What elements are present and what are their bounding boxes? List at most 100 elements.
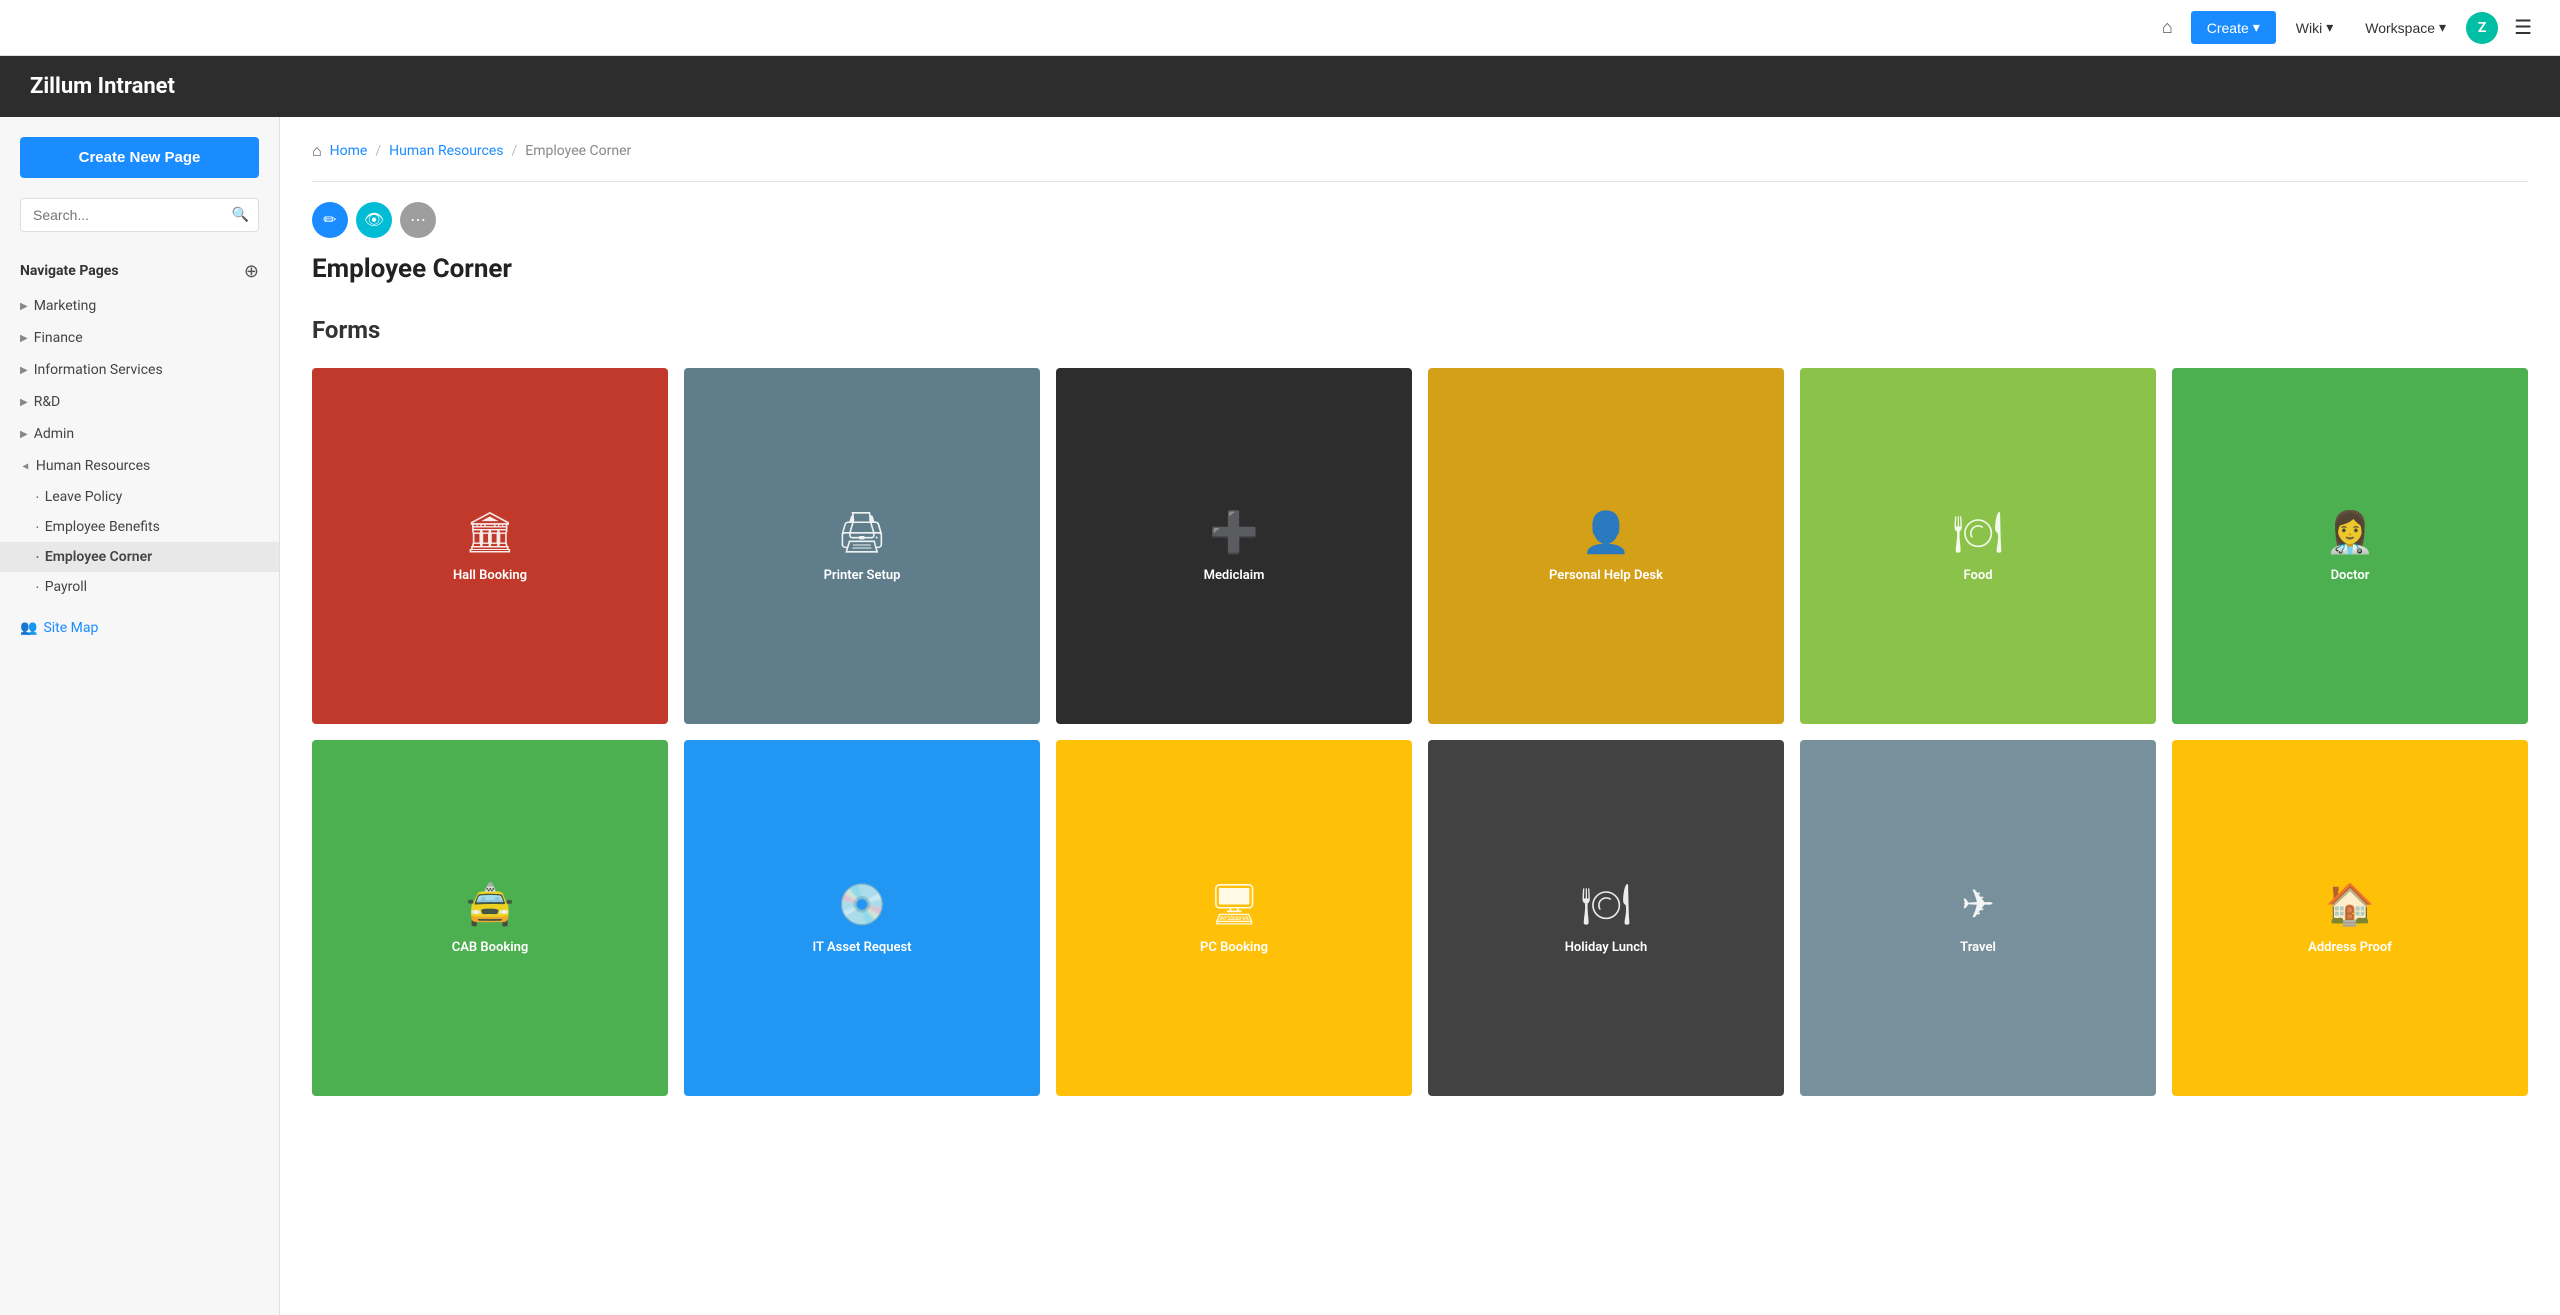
printer-setup-label: Printer Setup — [816, 568, 909, 583]
form-card-food[interactable]: 🍽 Food — [1800, 368, 2156, 724]
sidebar-subitem-payroll[interactable]: • Payroll — [0, 572, 279, 602]
cab-booking-icon: 🚖 — [465, 881, 515, 928]
holiday-lunch-label: Holiday Lunch — [1557, 940, 1656, 955]
home-button[interactable]: ⌂ — [2152, 11, 2183, 44]
create-new-page-label: Create New Page — [79, 149, 201, 166]
marketing-label: Marketing — [34, 298, 97, 314]
hr-arrow-icon: ▼ — [19, 461, 30, 471]
sidebar-item-information-services[interactable]: ▶ Information Services — [0, 354, 279, 386]
employee-benefits-label: Employee Benefits — [45, 519, 160, 535]
breadcrumb-section-label: Human Resources — [389, 143, 503, 159]
sidebar: Create New Page 🔍 Navigate Pages ⊕ ▶ Mar… — [0, 117, 280, 1315]
search-input[interactable] — [20, 198, 259, 232]
nav-section-label: Navigate Pages — [20, 263, 119, 279]
employee-corner-dot: • — [36, 553, 39, 562]
holiday-lunch-icon: 🍽 — [1581, 881, 1632, 928]
address-proof-label: Address Proof — [2300, 940, 2400, 955]
form-card-mediclaim[interactable]: ➕ Mediclaim — [1056, 368, 1412, 724]
food-icon: 🍽 — [1953, 509, 2004, 556]
finance-label: Finance — [34, 330, 83, 346]
hamburger-menu[interactable]: ☰ — [2506, 11, 2540, 44]
view-button[interactable]: 👁 — [356, 202, 392, 238]
top-nav: ⌂ Create ▾ Wiki ▾ Workspace ▾ Z ☰ — [0, 0, 2560, 56]
travel-icon: ✈ — [1961, 881, 1995, 928]
form-card-doctor[interactable]: 👩‍⚕️ Doctor — [2172, 368, 2528, 724]
payroll-label: Payroll — [45, 579, 87, 595]
address-proof-icon: 🏠 — [2325, 881, 2375, 928]
personal-help-desk-label: Personal Help Desk — [1541, 568, 1671, 583]
sidebar-subitem-leave-policy[interactable]: • Leave Policy — [0, 482, 279, 512]
breadcrumb-home-link[interactable]: Home — [330, 143, 368, 159]
hall-booking-label: Hall Booking — [445, 568, 535, 583]
hr-label: Human Resources — [36, 458, 150, 474]
sidebar-item-finance[interactable]: ▶ Finance — [0, 322, 279, 354]
form-card-cab-booking[interactable]: 🚖 CAB Booking — [312, 740, 668, 1096]
site-map-label: Site Map — [43, 620, 98, 636]
mediclaim-icon: ➕ — [1209, 509, 1259, 556]
employee-benefits-dot: • — [36, 523, 39, 532]
workspace-button[interactable]: Workspace ▾ — [2353, 11, 2458, 44]
wiki-dropdown-icon: ▾ — [2326, 19, 2333, 36]
sidebar-subitem-employee-benefits[interactable]: • Employee Benefits — [0, 512, 279, 542]
search-icon: 🔍 — [232, 207, 249, 223]
sidebar-subitem-employee-corner[interactable]: • Employee Corner — [0, 542, 279, 572]
breadcrumb-home-label: Home — [330, 143, 368, 159]
create-button[interactable]: Create ▾ — [2191, 11, 2276, 44]
travel-label: Travel — [1952, 940, 2004, 955]
payroll-dot: • — [36, 583, 39, 592]
form-card-pc-booking[interactable]: 🖥PC Booking — [1056, 740, 1412, 1096]
admin-arrow-icon: ▶ — [20, 429, 28, 440]
create-label: Create — [2207, 20, 2249, 36]
sidebar-item-admin[interactable]: ▶ Admin — [0, 418, 279, 450]
sidebar-search-container: 🔍 — [20, 198, 259, 232]
form-card-printer-setup[interactable]: 🖨 Printer Setup — [684, 368, 1040, 724]
breadcrumb-home-icon: ⌂ — [312, 141, 322, 161]
add-nav-item-button[interactable]: ⊕ — [244, 262, 259, 280]
header-bar: Zillum Intranet — [0, 56, 2560, 117]
rd-arrow-icon: ▶ — [20, 397, 28, 408]
edit-button[interactable]: ✏ — [312, 202, 348, 238]
site-map-link[interactable]: 👥 Site Map — [0, 610, 279, 646]
main-layout: Create New Page 🔍 Navigate Pages ⊕ ▶ Mar… — [0, 117, 2560, 1315]
doctor-label: Doctor — [2323, 568, 2378, 583]
rd-label: R&D — [34, 394, 61, 410]
form-card-holiday-lunch[interactable]: 🍽 Holiday Lunch — [1428, 740, 1784, 1096]
it-asset-request-icon: 💿 — [837, 881, 887, 928]
create-new-page-button[interactable]: Create New Page — [20, 137, 259, 178]
information-services-arrow-icon: ▶ — [20, 365, 28, 376]
user-avatar[interactable]: Z — [2466, 12, 2498, 44]
breadcrumb-section-link[interactable]: Human Resources — [389, 143, 503, 159]
pc-booking-label: PC Booking — [1192, 940, 1276, 955]
doctor-icon: 👩‍⚕️ — [2325, 509, 2375, 556]
leave-policy-dot: • — [36, 493, 39, 502]
wiki-label: Wiki — [2296, 20, 2322, 36]
finance-arrow-icon: ▶ — [20, 333, 28, 344]
breadcrumb: ⌂ Home / Human Resources / Employee Corn… — [312, 141, 2528, 161]
workspace-label: Workspace — [2365, 20, 2435, 36]
user-initial: Z — [2478, 20, 2487, 36]
main-content: ⌂ Home / Human Resources / Employee Corn… — [280, 117, 2560, 1315]
more-button[interactable]: ⋯ — [400, 202, 436, 238]
breadcrumb-sep-1: / — [375, 143, 381, 159]
information-services-label: Information Services — [34, 362, 163, 378]
nav-section-header: Navigate Pages ⊕ — [0, 252, 279, 290]
sidebar-item-human-resources[interactable]: ▼ Human Resources — [0, 450, 279, 482]
wiki-button[interactable]: Wiki ▾ — [2284, 11, 2345, 44]
mediclaim-label: Mediclaim — [1196, 568, 1273, 583]
leave-policy-label: Leave Policy — [45, 489, 123, 505]
form-card-personal-help-desk[interactable]: 👤 Personal Help Desk — [1428, 368, 1784, 724]
printer-setup-icon: 🖨 — [837, 509, 888, 556]
sidebar-item-rd[interactable]: ▶ R&D — [0, 386, 279, 418]
cab-booking-label: CAB Booking — [444, 940, 537, 955]
sidebar-item-marketing[interactable]: ▶ Marketing — [0, 290, 279, 322]
personal-help-desk-icon: 👤 — [1581, 509, 1631, 556]
marketing-arrow-icon: ▶ — [20, 301, 28, 312]
breadcrumb-current: Employee Corner — [525, 143, 631, 159]
form-card-travel[interactable]: ✈ Travel — [1800, 740, 2156, 1096]
hall-booking-icon: 🏛 — [465, 509, 516, 556]
form-card-hall-booking[interactable]: 🏛 Hall Booking — [312, 368, 668, 724]
form-card-it-asset-request[interactable]: 💿 IT Asset Request — [684, 740, 1040, 1096]
it-asset-request-label: IT Asset Request — [805, 940, 920, 955]
food-label: Food — [1955, 568, 2000, 583]
form-card-address-proof[interactable]: 🏠 Address Proof — [2172, 740, 2528, 1096]
